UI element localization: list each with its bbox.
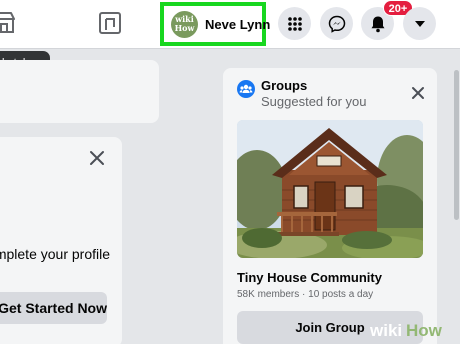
close-icon[interactable] [409, 84, 427, 102]
join-group-label: Join Group [295, 320, 365, 335]
groups-icon [237, 80, 255, 98]
menu-button[interactable] [278, 7, 311, 40]
complete-profile-card: Complete your profile Get Started Now [0, 137, 122, 344]
get-started-label: Get Started Now [0, 300, 107, 316]
menu-grid-icon [287, 16, 302, 31]
close-icon[interactable] [88, 149, 106, 167]
group-name[interactable]: Tiny House Community [237, 270, 382, 285]
marketplace-icon[interactable] [0, 10, 18, 36]
group-meta: 58K members · 10 posts a day [237, 289, 374, 300]
top-navigation-bar: wiki How Neve Lynn 20+ [0, 0, 460, 49]
groups-subtitle: Suggested for you [261, 94, 367, 109]
get-started-button[interactable]: Get Started Now [0, 292, 107, 324]
avatar-text-how: How [174, 22, 195, 33]
watermark-how: How [406, 321, 443, 340]
tiny-house-image [237, 120, 423, 258]
profile-name: Neve Lynn [205, 16, 271, 32]
profile-button[interactable]: wiki How Neve Lynn [160, 2, 270, 46]
scrollbar-thumb[interactable] [454, 70, 459, 220]
gaming-icon[interactable] [97, 10, 123, 36]
left-feed-card [0, 60, 159, 123]
bell-icon [371, 16, 384, 32]
wikihow-watermark: wiki How [369, 321, 443, 340]
messenger-button[interactable] [320, 7, 353, 40]
group-cover-photo[interactable] [237, 120, 423, 258]
caret-down-icon [414, 20, 425, 27]
groups-suggestion-card: Groups Suggested for you Tiny House Comm… [223, 68, 437, 344]
groups-title: Groups [261, 78, 308, 93]
messenger-icon [328, 15, 345, 33]
complete-profile-text: Complete your profile [0, 246, 110, 262]
watermark-wiki: wiki [369, 321, 402, 340]
account-menu-button[interactable] [403, 7, 436, 40]
avatar: wiki How [171, 10, 198, 38]
